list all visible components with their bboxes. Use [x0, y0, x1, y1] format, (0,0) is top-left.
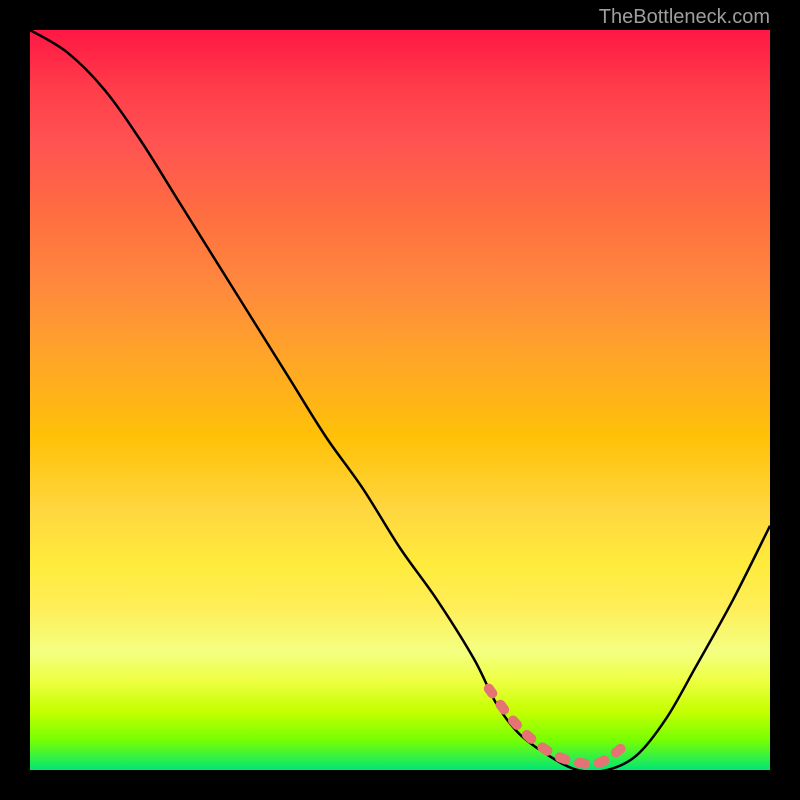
bottleneck-curve: [30, 30, 770, 770]
chart-overlay: [30, 30, 770, 770]
watermark-text: TheBottleneck.com: [599, 6, 770, 29]
optimal-range-marker: [489, 689, 622, 764]
